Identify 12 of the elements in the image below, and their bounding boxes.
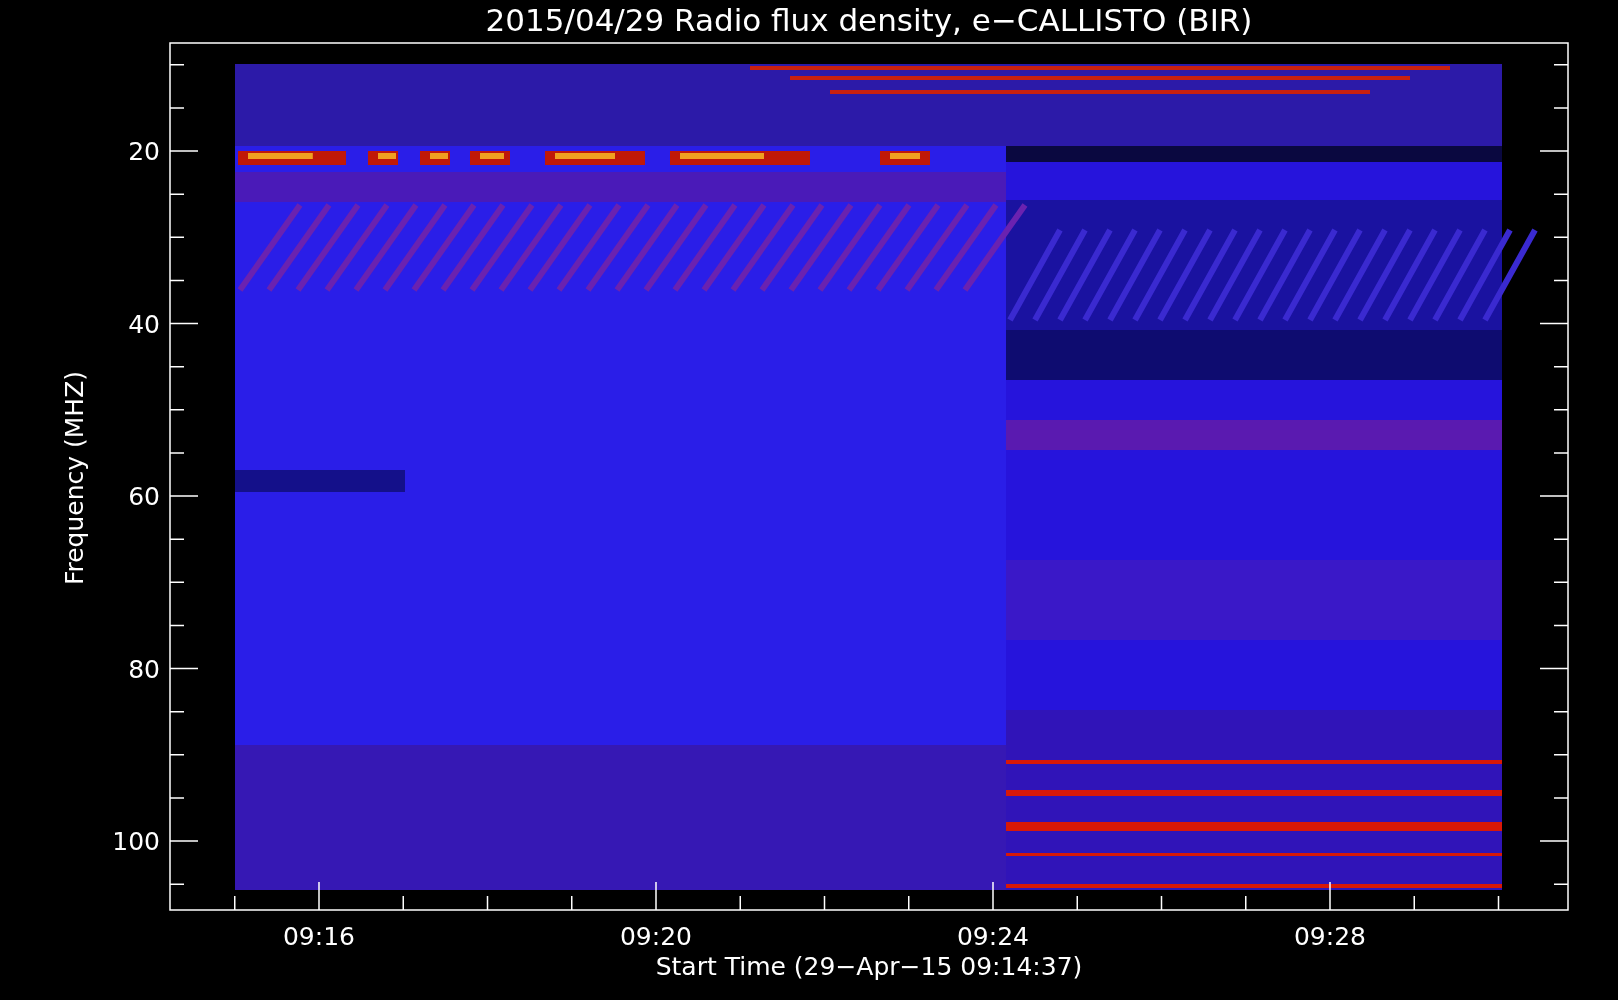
axis-label: Start Time (29−Apr−15 09:14:37)	[655, 952, 1083, 981]
tick-label: 09:28	[1294, 922, 1366, 951]
axis-label: Frequency (MHZ)	[60, 370, 89, 586]
tick-label: 09:20	[620, 922, 692, 951]
tick-label: 09:16	[283, 922, 355, 951]
tick-label: 80	[128, 654, 160, 684]
tick-label: 20	[128, 137, 160, 166]
tick-label: 09:24	[957, 922, 1029, 951]
chart-title: 2015/04/29 Radio flux density, e−CALLISTO (BIR)	[485, 2, 1253, 38]
tick-label: 40	[128, 309, 160, 339]
tick-label: 100	[112, 827, 160, 856]
tick-label: 60	[128, 482, 160, 511]
